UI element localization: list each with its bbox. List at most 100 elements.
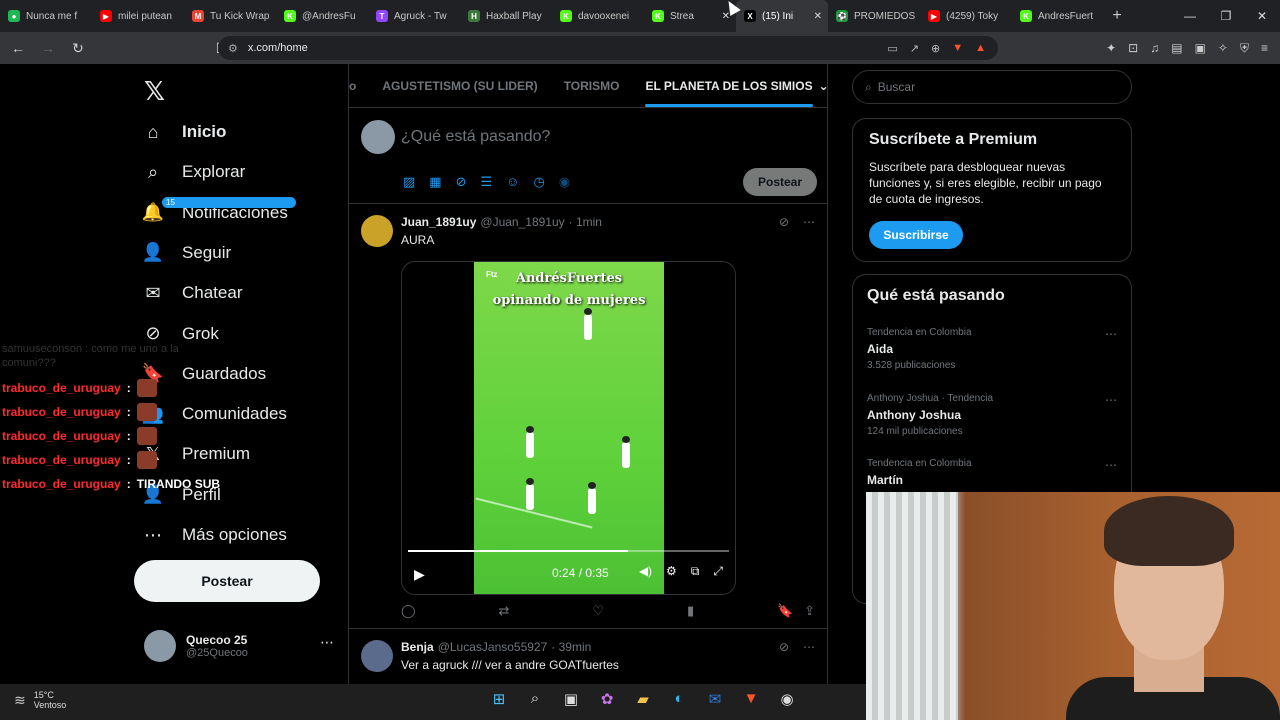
copilot-icon[interactable]: ✿ bbox=[596, 690, 618, 708]
poll-icon[interactable]: ☰ bbox=[481, 174, 493, 190]
brave-rewards-icon[interactable]: ▲ bbox=[975, 42, 986, 54]
wallet-icon[interactable]: ▣ bbox=[1195, 41, 1206, 55]
browser-tab[interactable]: M Tu Kick Wrap bbox=[184, 0, 276, 32]
media-icon[interactable]: ♫ bbox=[1150, 41, 1159, 55]
pip-icon[interactable]: ⧉ bbox=[691, 564, 700, 579]
browser-tab[interactable]: K Strea ✕ bbox=[644, 0, 736, 32]
more-icon[interactable]: ⋯ bbox=[1105, 393, 1117, 407]
subscribe-button[interactable]: Suscribirse bbox=[869, 221, 963, 249]
grok-icon[interactable]: ⊘ bbox=[456, 174, 467, 190]
leo-icon[interactable]: ✧ bbox=[1218, 41, 1228, 55]
reply-icon[interactable]: ◯ bbox=[401, 603, 416, 619]
compose-input[interactable]: ¿Qué está pasando? bbox=[401, 128, 550, 146]
browser-tab[interactable]: X (15) Ini ✕ bbox=[736, 0, 828, 32]
new-tab-button[interactable]: + bbox=[1104, 7, 1130, 25]
post-button[interactable]: Postear bbox=[134, 560, 320, 602]
outlook-icon[interactable]: ✉ bbox=[704, 690, 726, 708]
browser-tab[interactable]: ▶ (4259) Toky bbox=[920, 0, 1012, 32]
bookmark-icon[interactable]: 🔖 bbox=[777, 603, 793, 618]
timeline-tab[interactable]: AGUSTETISMO (SU LIDER) bbox=[382, 79, 537, 93]
menu-icon[interactable]: ≡ bbox=[1261, 41, 1268, 55]
share-icon[interactable]: ↗ bbox=[910, 42, 919, 55]
search-input[interactable]: ⌕ Buscar bbox=[852, 70, 1132, 104]
avatar[interactable] bbox=[361, 215, 393, 247]
views-icon[interactable]: ▮ bbox=[687, 603, 694, 619]
more-icon[interactable]: ⋯ bbox=[1105, 327, 1117, 341]
trend-item[interactable]: Tendencia en Colombia Martín ⋯ bbox=[867, 458, 1117, 491]
sidebar-toggle-icon[interactable]: ▤ bbox=[1171, 41, 1182, 55]
more-icon[interactable]: ⋯ bbox=[803, 215, 815, 229]
tweet[interactable]: Juan_1891uy @Juan_1891uy · 1min ⊘ ⋯ AURA… bbox=[349, 205, 827, 629]
sidebar-item-m-s-opciones[interactable]: ⋯ Más opciones bbox=[142, 517, 287, 553]
minimize-button[interactable]: — bbox=[1172, 0, 1208, 32]
file-explorer-icon[interactable]: ▰ bbox=[632, 690, 654, 708]
grok-icon[interactable]: ⊘ bbox=[779, 640, 789, 654]
weather-widget[interactable]: ≋ 15°C Ventoso bbox=[14, 690, 66, 710]
volume-icon[interactable]: ◀) bbox=[639, 564, 652, 579]
tweet-time[interactable]: · 1min bbox=[569, 215, 602, 229]
avatar[interactable] bbox=[361, 640, 393, 672]
back-button[interactable]: ← bbox=[6, 36, 30, 60]
play-icon[interactable]: ▶ bbox=[414, 566, 425, 583]
sidebar-item-chatear[interactable]: ✉ Chatear bbox=[142, 275, 242, 311]
more-icon[interactable]: ⋯ bbox=[803, 640, 815, 654]
tweet-author-name[interactable]: Benja bbox=[401, 640, 434, 654]
account-switcher[interactable]: Quecoo 25 @25Quecoo ⋯ bbox=[144, 626, 334, 666]
video-player[interactable]: Ftz AndrésFuertes opinando de mujeres ▶ … bbox=[401, 261, 736, 595]
timeline-tab[interactable]: TORISMO bbox=[564, 79, 620, 93]
browser-tab[interactable]: ▶ milei putean bbox=[92, 0, 184, 32]
tweet-author-handle[interactable]: @LucasJanso55927 bbox=[438, 640, 548, 654]
browser-tab[interactable]: K AndresFuert bbox=[1012, 0, 1104, 32]
gif-icon[interactable]: ▦ bbox=[429, 174, 441, 190]
task-view-icon[interactable]: ▣ bbox=[560, 690, 582, 708]
more-icon[interactable]: ⋯ bbox=[1105, 458, 1117, 472]
share-icon[interactable]: ⇪ bbox=[804, 603, 815, 618]
browser-tab[interactable]: ⚽ PROMIEDOS bbox=[828, 0, 920, 32]
trend-item[interactable]: Anthony Joshua · Tendencia Anthony Joshua… bbox=[867, 393, 1117, 437]
timeline-tab[interactable]: EL PLANETA DE LOS SIMIOS bbox=[645, 79, 813, 107]
location-icon[interactable]: ◉ bbox=[559, 174, 570, 190]
windows-start-icon[interactable]: ⊞ bbox=[488, 690, 510, 708]
sidebar-item-explorar[interactable]: ⌕ Explorar bbox=[142, 154, 245, 190]
sidebar-item-inicio[interactable]: ⌂ Inicio bbox=[142, 114, 227, 150]
retweet-icon[interactable]: ⇄ bbox=[499, 603, 510, 619]
tweet-author-handle[interactable]: @Juan_1891uy bbox=[480, 215, 564, 229]
browser-tab[interactable]: K @AndresFu bbox=[276, 0, 368, 32]
browser-tab[interactable]: Kdavooxenei bbox=[552, 0, 644, 32]
zoom-icon[interactable]: ⊕ bbox=[931, 42, 940, 55]
image-icon[interactable]: ▨ bbox=[403, 174, 415, 190]
grok-icon[interactable]: ⊘ bbox=[779, 215, 789, 229]
compose-post-button[interactable]: Postear bbox=[743, 168, 817, 196]
tweet[interactable]: Benja @LucasJanso55927 · 39min ⊘ ⋯ Ver a… bbox=[349, 630, 827, 684]
browser-tab[interactable]: ● Nunca me f bbox=[0, 0, 92, 32]
x-logo-icon[interactable]: 𝕏 bbox=[144, 76, 165, 107]
reload-button[interactable]: ↻ bbox=[66, 36, 90, 60]
more-icon[interactable]: ⋯ bbox=[320, 634, 334, 651]
maximize-button[interactable]: ❐ bbox=[1208, 0, 1244, 32]
tab-close-icon[interactable]: ✕ bbox=[814, 11, 822, 22]
screenshot-icon[interactable]: ⊡ bbox=[1128, 41, 1138, 55]
sidebar-item-seguir[interactable]: 👤 Seguir bbox=[142, 235, 231, 271]
sidebar-item-notificaciones[interactable]: 🔔 15 Notificaciones bbox=[142, 195, 296, 231]
edge-icon[interactable]: ◐ bbox=[668, 690, 690, 708]
trend-item[interactable]: Tendencia en Colombia Aida 3.528 publicaci… bbox=[867, 327, 1117, 371]
browser-tab[interactable]: T Agruck - Tw bbox=[368, 0, 460, 32]
obs-icon[interactable]: ◉ bbox=[776, 690, 798, 708]
schedule-icon[interactable]: ◷ bbox=[533, 174, 544, 190]
tweet-time[interactable]: · 39min bbox=[551, 640, 591, 654]
url-bar[interactable]: ⚙ x.com/home ▭ ↗ ⊕ ▼ ▲ bbox=[218, 36, 998, 60]
video-progress-bar[interactable] bbox=[408, 550, 729, 552]
tweet-author-name[interactable]: Juan_1891uy bbox=[401, 215, 476, 229]
fullscreen-icon[interactable]: ⤢ bbox=[713, 564, 723, 579]
vpn-icon[interactable]: ⛨ bbox=[1240, 41, 1249, 56]
settings-icon[interactable]: ⚙ bbox=[666, 564, 677, 579]
emoji-icon[interactable]: ☺ bbox=[506, 174, 519, 190]
browser-tab[interactable]: H Haxball Play bbox=[460, 0, 552, 32]
brave-shields-icon[interactable]: ▼ bbox=[952, 42, 963, 54]
site-info-icon[interactable]: ⚙ bbox=[228, 42, 238, 55]
forward-button[interactable]: → bbox=[36, 36, 60, 60]
timeline-tab[interactable]: o bbox=[349, 79, 356, 93]
search-icon[interactable]: ⌕ bbox=[524, 690, 546, 708]
install-icon[interactable]: ▭ bbox=[887, 42, 897, 55]
close-window-button[interactable]: ✕ bbox=[1244, 0, 1280, 32]
